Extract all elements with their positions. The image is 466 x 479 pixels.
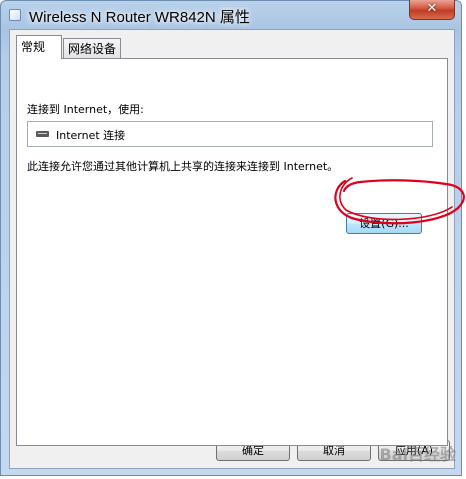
connection-description: 此连接允许您通过其他计算机上共享的连接来连接到 Internet。 (27, 160, 339, 173)
settings-button[interactable]: 设置(G)... (346, 213, 422, 234)
tab-network-device-label: 网络设备 (68, 42, 117, 56)
window-title: Wireless N Router WR842N 属性 (29, 9, 250, 26)
general-panel: 连接到 Internet，使用: Internet 连接 此连接允许您通过其他计… (16, 58, 448, 446)
dialog-client-area: 常规 网络设备 连接到 Internet，使用: Internet 连接 此连接… (9, 29, 455, 469)
connection-name: Internet 连接 (56, 129, 126, 142)
network-adapter-icon (36, 131, 49, 137)
properties-window: Wireless N Router WR842N 属性 ✕ 常规 网络设备 连接… (0, 0, 462, 476)
connection-field[interactable]: Internet 连接 (27, 121, 433, 147)
title-bar[interactable]: Wireless N Router WR842N 属性 ✕ (1, 0, 461, 29)
window-icon (9, 9, 21, 21)
tab-general-label: 常规 (21, 40, 46, 54)
watermark: Bai百经验 (379, 445, 456, 464)
tab-network-device[interactable]: 网络设备 (63, 38, 121, 58)
connect-using-label: 连接到 Internet，使用: (27, 103, 144, 116)
tab-general[interactable]: 常规 (16, 35, 62, 59)
close-button[interactable]: ✕ (409, 0, 455, 20)
close-icon: ✕ (426, 1, 438, 16)
